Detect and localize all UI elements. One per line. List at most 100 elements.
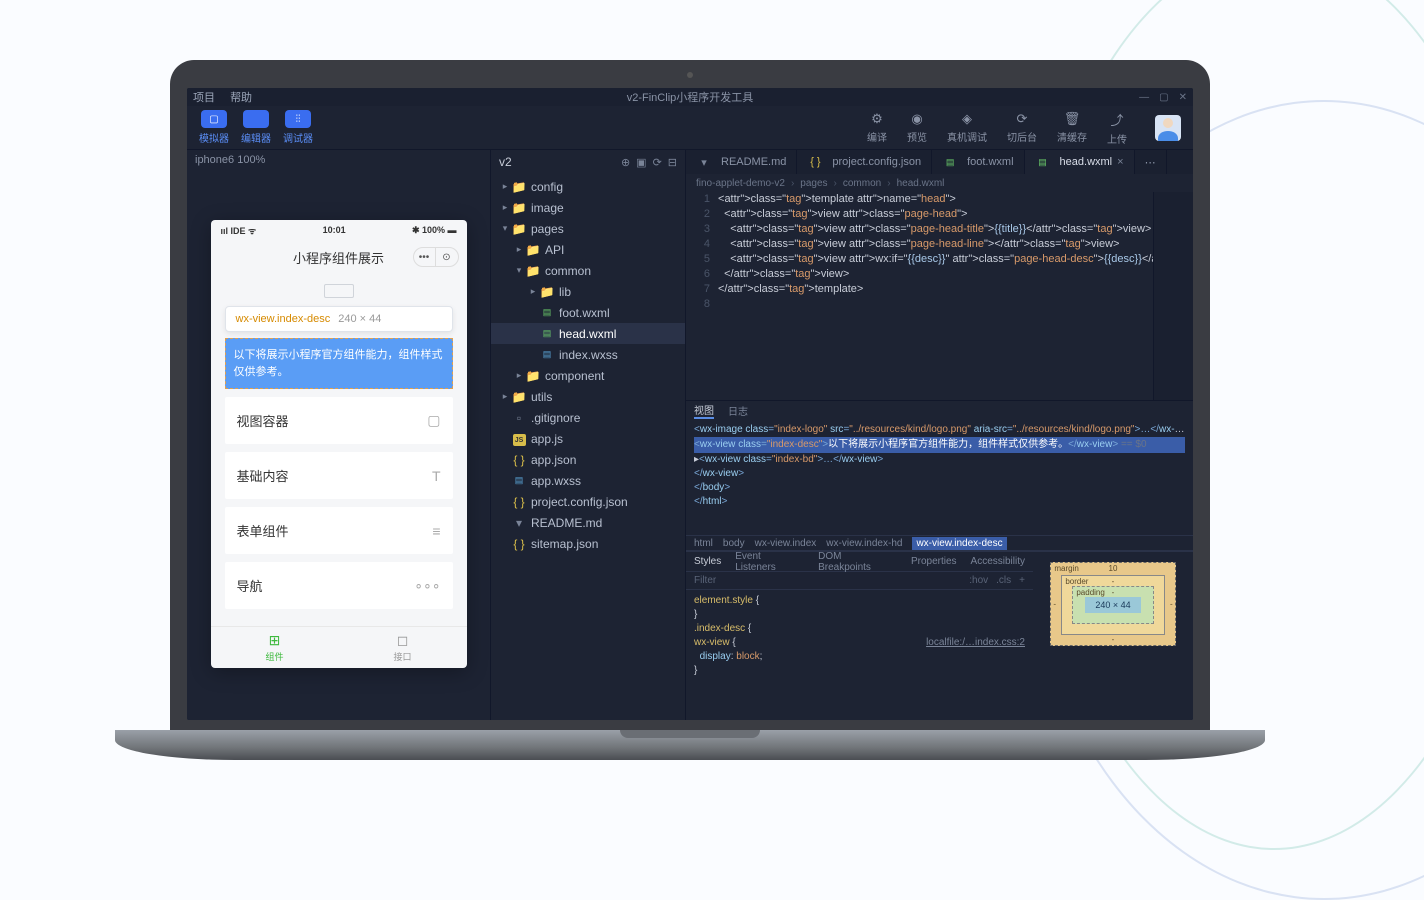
filter-input[interactable]: Filter xyxy=(694,575,716,586)
clock: 10:01 xyxy=(256,225,412,235)
sim-list-item-1[interactable]: 基础内容T xyxy=(225,452,453,499)
toolbar-btn-0[interactable]: ▢ 模拟器 xyxy=(199,110,229,145)
dom-crumb-2[interactable]: wx-view.index xyxy=(755,538,817,549)
tree-item-pages[interactable]: ▾📁pages xyxy=(491,218,685,239)
dom-line-5[interactable]: </html> xyxy=(694,495,1185,509)
highlighted-element[interactable]: 以下将展示小程序官方组件能力，组件样式仅供参考。 xyxy=(225,338,453,389)
tree-item-API[interactable]: ▸📁API xyxy=(491,239,685,260)
style-tab-0[interactable]: Styles xyxy=(694,556,721,567)
dom-line-1[interactable]: <wx-view class="index-desc">以下将展示小程序官方组件… xyxy=(694,437,1185,453)
tree-item-README.md[interactable]: ▾README.md xyxy=(491,512,685,533)
dom-line-0[interactable]: <wx-image class="index-logo" src="../res… xyxy=(694,423,1185,437)
dt-tab-log[interactable]: 日志 xyxy=(728,403,748,418)
signal-icon: ııl IDE ᯤ xyxy=(221,224,257,237)
close-tab-icon[interactable]: × xyxy=(1117,156,1123,168)
dom-line-4[interactable]: </body> xyxy=(694,481,1185,495)
sim-list-item-3[interactable]: 导航∘∘∘ xyxy=(225,562,453,609)
tree-item-index.wxss[interactable]: ▤index.wxss xyxy=(491,344,685,365)
dom-line-3[interactable]: </wx-view> xyxy=(694,467,1185,481)
sim-tab-0[interactable]: ⊞组件 xyxy=(211,627,339,668)
dom-line-2[interactable]: ▸<wx-view class="index-bd">…</wx-view> xyxy=(694,453,1185,467)
bm-border-label: border xyxy=(1065,577,1088,586)
avatar[interactable] xyxy=(1155,115,1181,141)
tree-item-head.wxml[interactable]: ▤head.wxml xyxy=(491,323,685,344)
app-header: 小程序组件展示 ••• ⊙ xyxy=(211,240,467,274)
toolbar-action-3[interactable]: ⟳ 切后台 xyxy=(1007,111,1037,144)
menu-help[interactable]: 帮助 xyxy=(230,92,252,104)
tree-item-app.json[interactable]: { }app.json xyxy=(491,449,685,470)
camera-dot xyxy=(687,72,693,78)
toolbar-action-5[interactable]: ⤴ 上传 xyxy=(1107,110,1127,146)
breadcrumb-seg-0[interactable]: fino-applet-demo-v2 xyxy=(696,178,785,189)
dom-crumb-4[interactable]: wx-view.index-desc xyxy=(912,537,1006,550)
maximize-icon[interactable]: ▢ xyxy=(1159,92,1168,103)
filter-opt-0[interactable]: :hov xyxy=(969,575,988,586)
minimap[interactable] xyxy=(1153,192,1193,400)
toolbar-action-0[interactable]: ⚙ 编译 xyxy=(867,111,887,144)
capsule-button[interactable]: ••• ⊙ xyxy=(413,247,459,267)
breadcrumb: fino-applet-demo-v2›pages›common›head.wx… xyxy=(686,174,1193,192)
tree-item-image[interactable]: ▸📁image xyxy=(491,197,685,218)
close-icon[interactable]: ✕ xyxy=(1179,92,1187,103)
ide-window: 项目 帮助 v2-FinClip小程序开发工具 — ▢ ✕ ▢ 模拟器 编辑器 … xyxy=(187,88,1193,720)
box-model: margin 10 - - - border - p xyxy=(1033,552,1193,720)
collapse-icon[interactable]: ⊟ xyxy=(668,156,677,169)
tooltip-size: 240 × 44 xyxy=(338,313,381,325)
menu-project[interactable]: 项目 xyxy=(193,92,215,104)
toolbar-btn-2[interactable]: ⫶⫶ 调试器 xyxy=(283,110,313,145)
sim-list-item-0[interactable]: 视图容器▢ xyxy=(225,397,453,444)
breadcrumb-seg-3[interactable]: head.wxml xyxy=(897,178,945,189)
editor-tab-1[interactable]: { }project.config.json xyxy=(797,150,932,174)
toolbar-action-1[interactable]: ◉ 预览 xyxy=(907,111,927,144)
style-tab-3[interactable]: Properties xyxy=(911,556,957,567)
bm-padding-label: padding xyxy=(1076,588,1104,597)
dom-tree[interactable]: <wx-image class="index-logo" src="../res… xyxy=(686,419,1193,535)
dom-crumb-3[interactable]: wx-view.index-hd xyxy=(826,538,902,549)
dom-crumb-0[interactable]: html xyxy=(694,538,713,549)
style-tab-1[interactable]: Event Listeners xyxy=(735,551,804,573)
filter-opt-1[interactable]: .cls xyxy=(996,575,1011,586)
close-app-icon[interactable]: ⊙ xyxy=(436,248,458,266)
new-folder-icon[interactable]: ▣ xyxy=(636,156,646,169)
simulator-panel: iphone6 100% ııl IDE ᯤ 10:01 ✱ 100% ▬ 小程… xyxy=(187,150,490,720)
tree-item-sitemap.json[interactable]: { }sitemap.json xyxy=(491,533,685,554)
refresh-icon[interactable]: ⟳ xyxy=(653,156,662,169)
new-file-icon[interactable]: ⊕ xyxy=(621,156,630,169)
toolbar-action-4[interactable]: 🗑 清缓存 xyxy=(1057,111,1087,144)
explorer-root[interactable]: v2 xyxy=(499,155,512,169)
tree-item-project.config.json[interactable]: { }project.config.json xyxy=(491,491,685,512)
more-icon[interactable]: ••• xyxy=(414,248,436,266)
sim-list-item-2[interactable]: 表单组件≡ xyxy=(225,507,453,554)
tree-item-app.js[interactable]: JSapp.js xyxy=(491,428,685,449)
tree-item-foot.wxml[interactable]: ▤foot.wxml xyxy=(491,302,685,323)
dom-crumb-1[interactable]: body xyxy=(723,538,745,549)
tree-item-component[interactable]: ▸📁component xyxy=(491,365,685,386)
editor-tab-0[interactable]: ▾README.md xyxy=(686,150,797,174)
editor-tab-2[interactable]: ▤foot.wxml xyxy=(932,150,1024,174)
minimize-icon[interactable]: — xyxy=(1139,92,1149,103)
toolbar-btn-1[interactable]: 编辑器 xyxy=(241,110,271,145)
toolbar-action-2[interactable]: ◈ 真机调试 xyxy=(947,111,987,144)
breadcrumb-seg-1[interactable]: pages xyxy=(800,178,827,189)
sim-tab-1[interactable]: ◻接口 xyxy=(339,627,467,668)
tree-item-lib[interactable]: ▸📁lib xyxy=(491,281,685,302)
breadcrumb-seg-2[interactable]: common xyxy=(843,178,881,189)
tree-item-.gitignore[interactable]: ▫.gitignore xyxy=(491,407,685,428)
dt-tab-view[interactable]: 视图 xyxy=(694,402,714,419)
devtools-panel: 视图 日志 <wx-image class="index-logo" src="… xyxy=(686,400,1193,720)
code-editor[interactable]: 12345678 <attr">class="tag">template att… xyxy=(686,192,1193,400)
tree-item-utils[interactable]: ▸📁utils xyxy=(491,386,685,407)
filter-opt-2[interactable]: + xyxy=(1019,575,1025,586)
device-frame: ııl IDE ᯤ 10:01 ✱ 100% ▬ 小程序组件展示 ••• ⊙ xyxy=(211,220,467,668)
app-title: 小程序组件展示 xyxy=(293,248,384,267)
css-rules[interactable]: element.style {}.index-desc {</span></di… xyxy=(686,590,1033,720)
style-tab-2[interactable]: DOM Breakpoints xyxy=(818,551,897,573)
tooltip-class: wx-view.index-desc xyxy=(236,313,331,325)
tree-item-app.wxss[interactable]: ▤app.wxss xyxy=(491,470,685,491)
tab-overflow-icon[interactable]: ⋯ xyxy=(1135,150,1167,174)
style-tab-4[interactable]: Accessibility xyxy=(971,556,1025,567)
tree-item-config[interactable]: ▸📁config xyxy=(491,176,685,197)
editor-tab-3[interactable]: ▤head.wxml× xyxy=(1025,150,1135,174)
tree-item-common[interactable]: ▾📁common xyxy=(491,260,685,281)
device-info: iphone6 100% xyxy=(187,150,490,170)
